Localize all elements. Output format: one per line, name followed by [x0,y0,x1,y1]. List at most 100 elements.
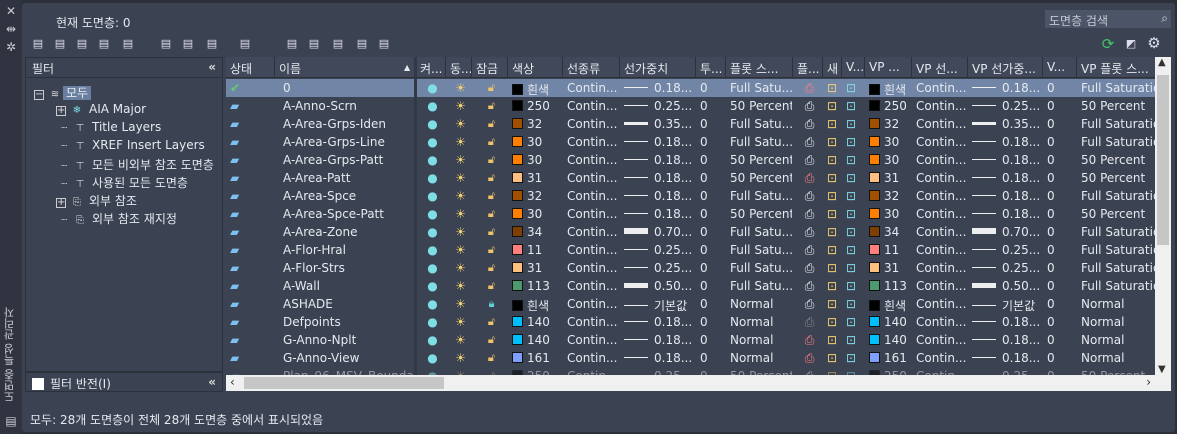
sun-thawed-icon[interactable]: ☀ [450,261,471,275]
layer-name[interactable]: A-Area-Grps-Iden [279,117,415,131]
filter-folder-icon[interactable]: ▤ [158,37,174,51]
bulb-on-icon[interactable]: ● [420,81,445,95]
vp-linetype[interactable]: Contin... [916,333,967,347]
table-row[interactable]: ▰ G-Anno-View ● ☀ 🔓︎ 161 Contin... 0.18... 0 Norm… [226,349,1155,367]
column-divider[interactable] [274,57,275,78]
column-header[interactable]: 상태 [230,60,274,77]
transparency[interactable]: 0 [700,153,725,167]
sun-thawed-icon[interactable]: ☀ [450,351,471,365]
vp-linetype[interactable]: Contin... [916,225,967,239]
layer-name[interactable]: A-Area-Zone [279,225,415,239]
bulb-on-icon[interactable]: ● [420,279,445,293]
sun-thawed-icon[interactable]: ☀ [450,135,471,149]
new-vp-freeze-icon[interactable]: ⊡ [827,189,841,203]
layer-name[interactable]: A-Area-Patt [279,171,415,185]
bulb-on-icon[interactable]: ● [420,207,445,221]
vp-color[interactable]: 흰색 [869,81,911,98]
printer-icon[interactable]: ⎙ [797,261,822,276]
collapse-filter-button[interactable]: « [208,60,216,74]
lineweight[interactable]: 0.18... [624,351,695,365]
lock-closed-icon[interactable]: 🔒︎ [476,297,507,311]
vp-color[interactable]: 32 [869,189,911,203]
table-row[interactable]: ▰ ASHADE ● ☀ 🔒︎ 흰색 Contin... 기본값 0 Normal ⎙ ⊡ ⊡ 흰색 Con… [226,295,1155,313]
new-vp-freeze-icon[interactable]: ⊡ [827,153,841,167]
plot-style[interactable]: Full Satu... [730,81,792,95]
expand-toggle-icon[interactable]: − [34,90,44,100]
layer-name[interactable]: A-Wall [279,279,415,293]
new-vp-freeze-icon[interactable]: ⊡ [827,279,841,293]
transparency[interactable]: 0 [700,279,725,293]
layer-color[interactable]: 32 [512,189,562,203]
folder-icon[interactable]: ▤ [180,37,196,51]
vp-plot-style[interactable]: 50 Percent [1081,171,1155,185]
lock-open-icon[interactable]: 🔓︎ [476,207,507,221]
tree-item[interactable]: ┈ ⊤ Title Layers [56,120,161,134]
layer-name[interactable]: Defpoints [279,315,415,329]
layer-color[interactable]: 34 [512,225,562,239]
vp-transparency[interactable]: 0 [1047,207,1076,221]
vp-linetype[interactable]: Contin... [916,207,967,221]
scroll-left-icon[interactable]: ‹ [230,375,235,389]
column-header[interactable]: 색상 [512,60,562,77]
table-row[interactable]: ▰ A-Area-Spce-Patt ● ☀ 🔓︎ 30 Contin... 0.18... 0… [226,205,1155,223]
plot-style[interactable]: Full Satu... [730,189,792,203]
sun-thawed-icon[interactable]: ☀ [450,117,471,131]
layer-name[interactable]: G-Anno-Nplt [279,333,415,347]
vp-linetype[interactable]: Contin... [916,351,967,365]
vp-linetype[interactable]: Contin... [916,171,967,185]
lock-open-icon[interactable]: 🔓︎ [476,315,507,329]
column-header[interactable]: 잠금 [476,60,507,77]
vp-lineweight[interactable]: 0.18... [972,315,1042,329]
vp-color[interactable]: 161 [869,351,911,365]
plot-style[interactable]: Full Satu... [730,135,792,149]
vp-color[interactable]: 31 [869,261,911,275]
lineweight[interactable]: 0.25... [624,99,695,113]
layer-name[interactable]: A-Flor-Hral [279,243,415,257]
vp-freeze-icon[interactable]: ⊡ [846,225,864,239]
lineweight[interactable]: 기본값 [624,297,695,314]
plot-style[interactable]: 50 Percent [730,153,792,167]
new-vp-freeze-icon[interactable]: ⊡ [827,117,841,131]
vp-lineweight[interactable]: 0.25... [972,261,1042,275]
vp-lineweight[interactable]: 0.18... [972,351,1042,365]
layer-color[interactable]: 31 [512,261,562,275]
column-divider[interactable] [1076,57,1077,78]
lock-open-icon[interactable]: 🔓︎ [476,99,507,113]
vp-plot-style[interactable]: Full Saturation [1081,243,1155,257]
layer-name[interactable]: G-Anno-View [279,351,415,365]
layer-color[interactable]: 11 [512,243,562,257]
vp-lineweight[interactable]: 0.25... [972,99,1042,113]
vp-lineweight[interactable]: 0.18... [972,81,1042,95]
scroll-thumb[interactable] [1157,75,1169,245]
vp-color[interactable]: 11 [869,243,911,257]
plot-style[interactable]: Full Satu... [730,261,792,275]
transparency[interactable]: 0 [700,315,725,329]
layer-name[interactable]: 0 [279,81,415,95]
bulb-on-icon[interactable]: ● [420,135,445,149]
vp-lineweight[interactable]: 0.18... [972,153,1042,167]
vp-transparency[interactable]: 0 [1047,153,1076,167]
layer-color[interactable]: 30 [512,207,562,221]
transparency[interactable]: 0 [700,207,725,221]
scroll-right-icon[interactable]: › [1146,375,1151,389]
scroll-up-icon[interactable]: ▲ [1158,57,1166,68]
vp-linetype[interactable]: Contin... [916,99,967,113]
column-header[interactable]: 플... [797,60,822,77]
import-layer-icon[interactable]: ▤ [237,37,253,51]
lineweight[interactable]: 0.70... [624,225,695,239]
layer-color[interactable]: 113 [512,279,562,293]
tree-item[interactable]: + ⎘ 외부 참조 [56,192,137,209]
sun-thawed-icon[interactable]: ☀ [450,225,471,239]
pin-icon[interactable]: ⇹ [4,22,18,36]
layer-settings-icon[interactable]: ▤ [96,37,112,51]
column-header[interactable]: 새 [827,60,841,77]
new-vp-freeze-icon[interactable]: ⊡ [827,297,841,311]
column-divider[interactable] [695,57,696,78]
layer-color[interactable]: 흰색 [512,297,562,314]
set-current-icon[interactable]: ▤ [376,37,392,51]
lock-open-icon[interactable]: 🔓︎ [476,81,507,95]
tree-item[interactable]: + ❄ AIA Major [56,102,146,116]
sun-thawed-icon[interactable]: ☀ [450,243,471,257]
vp-linetype[interactable]: Contin... [916,243,967,257]
scroll-thumb[interactable] [244,377,444,389]
